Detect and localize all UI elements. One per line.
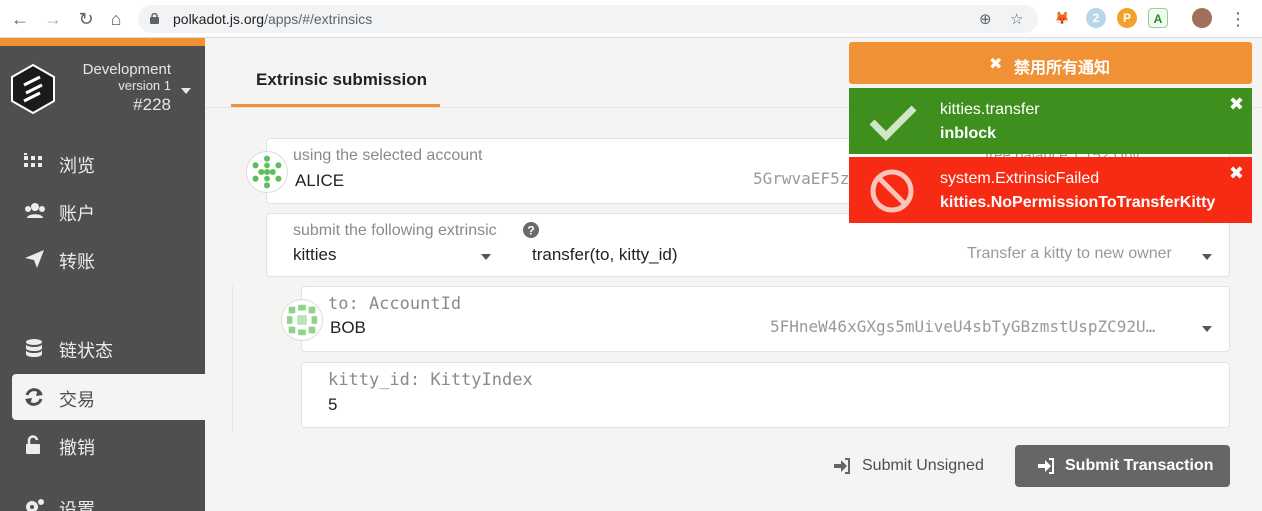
polkadot-extension-icon[interactable]: P <box>1117 8 1137 28</box>
gears-icon <box>26 499 44 511</box>
method-dropdown[interactable]: transfer(to, kitty_id) <box>532 245 678 265</box>
notification-success: kitties.transfer inblock ✖ <box>849 88 1252 154</box>
chain-selector-caret-icon[interactable] <box>181 88 191 94</box>
to-param-label: to: AccountId <box>328 294 462 314</box>
submit-transaction-button[interactable]: Submit Transaction <box>1015 445 1230 487</box>
sidebar: Development version 1 #228 浏览 账户 转账 链状态 … <box>0 38 205 511</box>
chain-version: version 1 <box>118 78 171 93</box>
profile-avatar[interactable] <box>1192 8 1212 28</box>
help-icon[interactable]: ? <box>523 222 539 238</box>
text-extension-icon[interactable]: A <box>1148 8 1168 28</box>
extension-badge-icon[interactable]: 2 <box>1086 8 1106 28</box>
sidebar-accent-line <box>0 38 205 46</box>
to-account-selector[interactable]: to: AccountId BOB 5FHneW46xGXgs5mUiveU4s… <box>301 286 1230 352</box>
chain-block-number: #228 <box>133 95 171 114</box>
notification-status: kitties.NoPermissionToTransferKitty <box>940 194 1216 211</box>
kitty-id-field[interactable]: kitty_id: KittyIndex 5 <box>301 362 1230 428</box>
substrate-logo-icon <box>11 63 55 115</box>
kitty-id-label: kitty_id: KittyIndex <box>328 370 533 390</box>
close-icon[interactable]: ✖ <box>1229 163 1244 184</box>
dismiss-all-notifications-button[interactable]: ✖ 禁用所有通知 <box>849 42 1252 84</box>
back-icon[interactable]: ← <box>10 9 30 29</box>
module-dropdown-caret-icon[interactable] <box>481 254 491 260</box>
extrinsic-label: submit the following extrinsic <box>293 222 497 239</box>
notification-title: kitties.transfer <box>940 101 1040 118</box>
tab-extrinsic-submission[interactable]: Extrinsic submission <box>231 38 440 107</box>
dismiss-close-icon: ✖ <box>989 56 1003 73</box>
forward-icon[interactable]: → <box>43 9 63 29</box>
sidebar-item-explorer[interactable]: 浏览 <box>12 140 205 186</box>
alice-identicon <box>246 151 288 193</box>
metamask-icon[interactable]: 🦊 <box>1052 8 1072 28</box>
method-dropdown-caret-icon[interactable] <box>1202 254 1212 260</box>
users-icon <box>25 203 45 218</box>
url-text: polkadot.js.org/apps/#/extrinsics <box>173 11 373 27</box>
sign-in-icon <box>1038 458 1054 474</box>
lock-icon <box>150 13 159 24</box>
svg-text:?: ? <box>527 224 534 238</box>
notification-error: system.ExtrinsicFailed kitties.NoPermiss… <box>849 157 1252 223</box>
bookmark-star-icon[interactable]: ☆ <box>1010 10 1023 28</box>
notification-status: inblock <box>940 125 997 142</box>
reload-icon[interactable]: ↻ <box>76 9 96 29</box>
unlock-icon <box>26 435 40 454</box>
notification-title: system.ExtrinsicFailed <box>940 170 1100 187</box>
to-account-caret-icon[interactable] <box>1202 326 1212 332</box>
sidebar-item-extrinsics[interactable]: 交易 <box>12 374 205 420</box>
close-icon[interactable]: ✖ <box>1229 94 1244 115</box>
ban-icon <box>870 169 914 213</box>
sidebar-item-accounts[interactable]: 账户 <box>12 188 205 234</box>
kitty-id-value[interactable]: 5 <box>328 395 337 415</box>
sign-in-icon <box>834 458 850 474</box>
home-icon[interactable]: ⌂ <box>106 9 126 29</box>
to-account-address: 5FHneW46xGXgs5mUiveU4sbTyGBzmstUspZC92U… <box>770 317 1156 336</box>
sidebar-item-chainstate[interactable]: 链状态 <box>12 325 205 371</box>
send-icon <box>25 250 44 268</box>
database-icon <box>26 339 42 357</box>
sidebar-item-settings[interactable]: 设置 <box>12 484 205 511</box>
method-description: Transfer a kitty to new owner <box>967 245 1172 262</box>
address-bar[interactable]: polkadot.js.org/apps/#/extrinsics ⊕ ☆ <box>138 5 1038 33</box>
grid-dots-icon <box>24 153 42 167</box>
zoom-icon[interactable]: ⊕ <box>979 10 992 28</box>
sidebar-item-sudo[interactable]: 撤销 <box>12 422 205 468</box>
bob-identicon <box>281 299 323 341</box>
browser-toolbar: ← → ↻ ⌂ polkadot.js.org/apps/#/extrinsic… <box>0 0 1262 38</box>
sidebar-item-transfer[interactable]: 转账 <box>12 236 205 282</box>
sync-icon <box>25 388 43 406</box>
to-account-name: BOB <box>330 318 366 337</box>
module-dropdown[interactable]: kitties <box>293 245 336 265</box>
menu-dots-icon[interactable]: ⋮ <box>1228 9 1248 29</box>
checkmark-icon <box>869 105 917 141</box>
account-name: ALICE <box>295 171 345 190</box>
account-selector-label: using the selected account <box>293 147 483 164</box>
chain-name[interactable]: Development <box>83 61 171 78</box>
